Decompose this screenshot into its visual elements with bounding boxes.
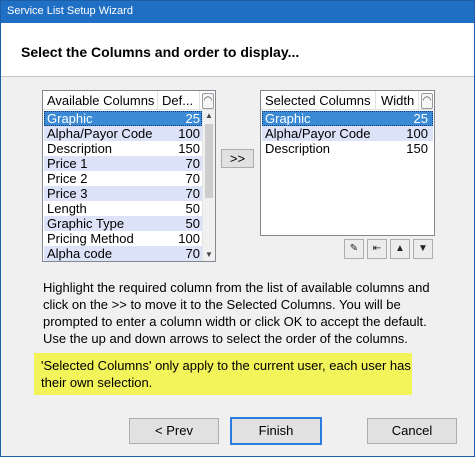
edit-width-button[interactable]: ✎ [344, 239, 364, 259]
list-item-name: Price 3 [47, 186, 88, 201]
list-item-name: Pricing Method [47, 231, 134, 246]
available-columns-header[interactable]: Available Columns [47, 93, 154, 108]
list-item-width: 70 [185, 156, 200, 171]
list-item[interactable]: Alpha code 70 [44, 246, 202, 261]
list-item[interactable]: Graphic 25 [262, 111, 433, 126]
list-item[interactable]: Graphic 25 [44, 111, 202, 126]
available-list-body: Graphic 25 Alpha/Payor Code 100 Description 1… [44, 111, 202, 261]
list-item-name: Graphic Type [47, 216, 125, 231]
remove-column-button[interactable]: ⇤ [367, 239, 387, 259]
list-item[interactable]: Alpha/Payor Code 100 [44, 126, 202, 141]
list-item-width: 150 [178, 141, 200, 156]
window-title: Service List Setup Wizard [7, 5, 133, 17]
title-bar[interactable]: Service List Setup Wizard [1, 1, 474, 23]
list-item-name: Price 1 [47, 156, 88, 171]
list-item-name: Graphic [265, 111, 311, 126]
list-item[interactable]: Price 2 70 [44, 171, 202, 186]
list-item-width: 150 [406, 141, 428, 156]
list-item[interactable]: Alpha/Payor Code 100 [262, 126, 433, 141]
list-item-name: Length [47, 201, 87, 216]
selected-columns-header[interactable]: Selected Columns [265, 93, 371, 108]
cancel-button[interactable]: Cancel [367, 418, 457, 444]
list-item-name: Alpha code [47, 246, 113, 261]
column-separator[interactable] [199, 91, 200, 109]
arrow-up-icon: ▲ [395, 243, 405, 254]
prev-button[interactable]: < Prev [129, 418, 219, 444]
list-item-width: 100 [178, 231, 200, 246]
move-down-button[interactable]: ▼ [413, 239, 433, 259]
column-chooser-icon[interactable]: ◠ [421, 93, 433, 109]
list-item-width: 70 [185, 246, 200, 261]
wizard-window: Service List Setup Wizard Select the Col… [0, 0, 475, 457]
column-separator[interactable] [157, 91, 158, 109]
list-item-width: 100 [406, 126, 428, 141]
move-up-button[interactable]: ▲ [390, 239, 410, 259]
edit-icon: ✎ [349, 243, 359, 254]
list-item[interactable]: Description 150 [44, 141, 202, 156]
list-item-width: 100 [178, 126, 200, 141]
move-right-button[interactable]: >> [221, 149, 254, 168]
list-item-name: Description [47, 141, 113, 156]
list-item-width: 70 [185, 186, 200, 201]
scrollbar-thumb[interactable] [205, 124, 213, 198]
wizard-header: Select the Columns and order to display.… [1, 23, 474, 77]
selected-list-body: Graphic 25 Alpha/Payor Code 100 Description 1… [262, 111, 433, 156]
column-separator[interactable] [375, 91, 376, 109]
instructions-text: Highlight the required column from the l… [43, 280, 430, 346]
list-item-width: 70 [185, 171, 200, 186]
arrow-down-icon: ▼ [418, 243, 428, 254]
page-title: Select the Columns and order to display.… [21, 44, 300, 60]
list-item[interactable]: Graphic Type 50 [44, 216, 202, 231]
list-item[interactable]: Description 150 [262, 141, 433, 156]
list-item[interactable]: Price 1 70 [44, 156, 202, 171]
default-width-header[interactable]: Def... [162, 93, 193, 108]
list-item-width: 50 [185, 216, 200, 231]
list-item[interactable]: Price 3 70 [44, 186, 202, 201]
list-item-name: Graphic [47, 111, 93, 126]
scroll-up-icon[interactable]: ▲ [203, 110, 215, 122]
user-note-text: 'Selected Columns' only apply to the cur… [41, 358, 411, 390]
list-item-width: 25 [185, 111, 200, 126]
finish-button[interactable]: Finish [230, 417, 322, 445]
list-item-name: Alpha/Payor Code [265, 126, 371, 141]
list-item-width: 25 [413, 111, 428, 126]
list-item[interactable]: Length 50 [44, 201, 202, 216]
available-list-scrollbar[interactable]: ▲ ▼ [202, 110, 215, 261]
selected-list-header: Selected Columns Width ◠ [261, 91, 434, 110]
selected-columns-list[interactable]: Selected Columns Width ◠ Graphic 25 Alpha/… [260, 90, 435, 236]
scroll-down-icon[interactable]: ▼ [203, 249, 215, 261]
available-columns-list[interactable]: Available Columns Def... ◠ Graphic 25 Alph… [42, 90, 216, 262]
column-separator[interactable] [418, 91, 419, 109]
list-item-name: Description [265, 141, 331, 156]
column-chooser-icon[interactable]: ◠ [202, 93, 214, 109]
list-item-width: 50 [185, 201, 200, 216]
list-item-name: Price 2 [47, 171, 88, 186]
width-header[interactable]: Width [381, 93, 414, 108]
remove-icon: ⇤ [372, 243, 382, 254]
available-list-header: Available Columns Def... ◠ [43, 91, 215, 110]
list-item-name: Alpha/Payor Code [47, 126, 153, 141]
list-item[interactable]: Pricing Method 100 [44, 231, 202, 246]
user-note-highlight: 'Selected Columns' only apply to the cur… [34, 353, 412, 395]
